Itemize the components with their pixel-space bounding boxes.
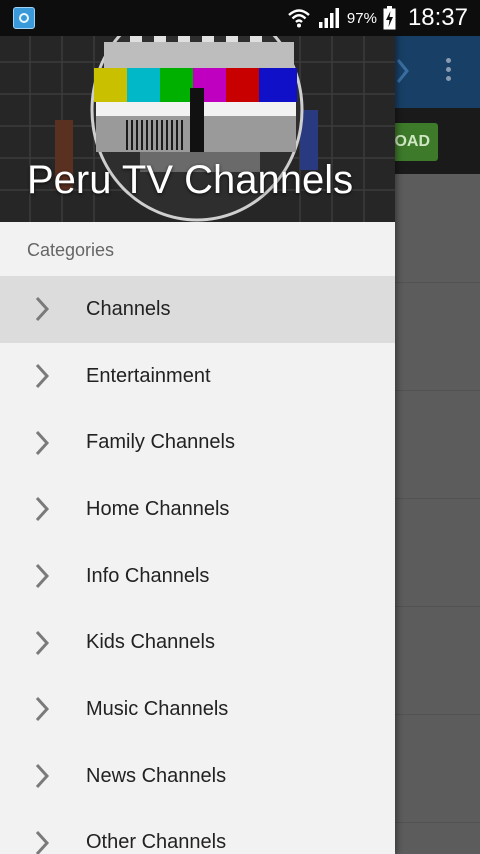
background-row-divider <box>395 390 480 391</box>
signal-icon <box>317 7 341 29</box>
background-row-divider <box>395 714 480 715</box>
background-row-divider <box>395 822 480 823</box>
wifi-icon <box>287 7 311 29</box>
category-label: Entertainment <box>86 364 211 387</box>
chevron-right-icon <box>35 497 50 522</box>
drawer-title: Peru TV Channels <box>27 158 354 202</box>
overflow-menu-icon[interactable] <box>444 58 452 84</box>
navigation-drawer: Peru TV Channels Categories Channels Ent… <box>0 0 395 854</box>
status-bar: 97% 18:37 <box>0 0 480 36</box>
status-indicators: 97% 18:37 <box>287 0 468 36</box>
category-item-channels[interactable]: Channels <box>0 276 395 343</box>
clock: 18:37 <box>407 4 468 31</box>
category-label: Info Channels <box>86 564 210 587</box>
category-list: Channels Entertainment Family Channels H… <box>0 276 395 854</box>
background-row-divider <box>395 606 480 607</box>
chevron-right-icon <box>35 364 50 389</box>
chevron-right-icon <box>396 59 409 83</box>
battery-charging-icon <box>383 6 396 30</box>
category-item-info-channels[interactable]: Info Channels <box>0 543 395 610</box>
chevron-right-icon <box>35 297 50 322</box>
chevron-right-icon <box>35 697 50 722</box>
chevron-right-icon <box>35 430 50 455</box>
category-item-news-channels[interactable]: News Channels <box>0 743 395 810</box>
chevron-right-icon <box>35 630 50 655</box>
category-label: News Channels <box>86 764 227 787</box>
chevron-right-icon <box>35 830 50 854</box>
category-item-other-channels[interactable]: Other Channels <box>0 810 395 854</box>
category-label: Home Channels <box>86 497 230 520</box>
category-item-entertainment[interactable]: Entertainment <box>0 343 395 410</box>
chevron-right-icon <box>35 764 50 789</box>
category-item-kids-channels[interactable]: Kids Channels <box>0 609 395 676</box>
category-label: Music Channels <box>86 697 229 720</box>
category-item-home-channels[interactable]: Home Channels <box>0 476 395 543</box>
categories-section-label: Categories <box>27 240 115 260</box>
category-label: Channels <box>86 297 171 320</box>
category-item-family-channels[interactable]: Family Channels <box>0 409 395 476</box>
category-item-music-channels[interactable]: Music Channels <box>0 676 395 743</box>
background-row-divider <box>395 282 480 283</box>
app-notification-icon <box>13 7 35 29</box>
battery-percentage: 97% <box>346 9 377 27</box>
category-label: Other Channels <box>86 831 227 854</box>
background-row-divider <box>395 498 480 499</box>
chevron-right-icon <box>35 564 50 589</box>
category-label: Family Channels <box>86 431 235 454</box>
category-label: Kids Channels <box>86 631 215 654</box>
